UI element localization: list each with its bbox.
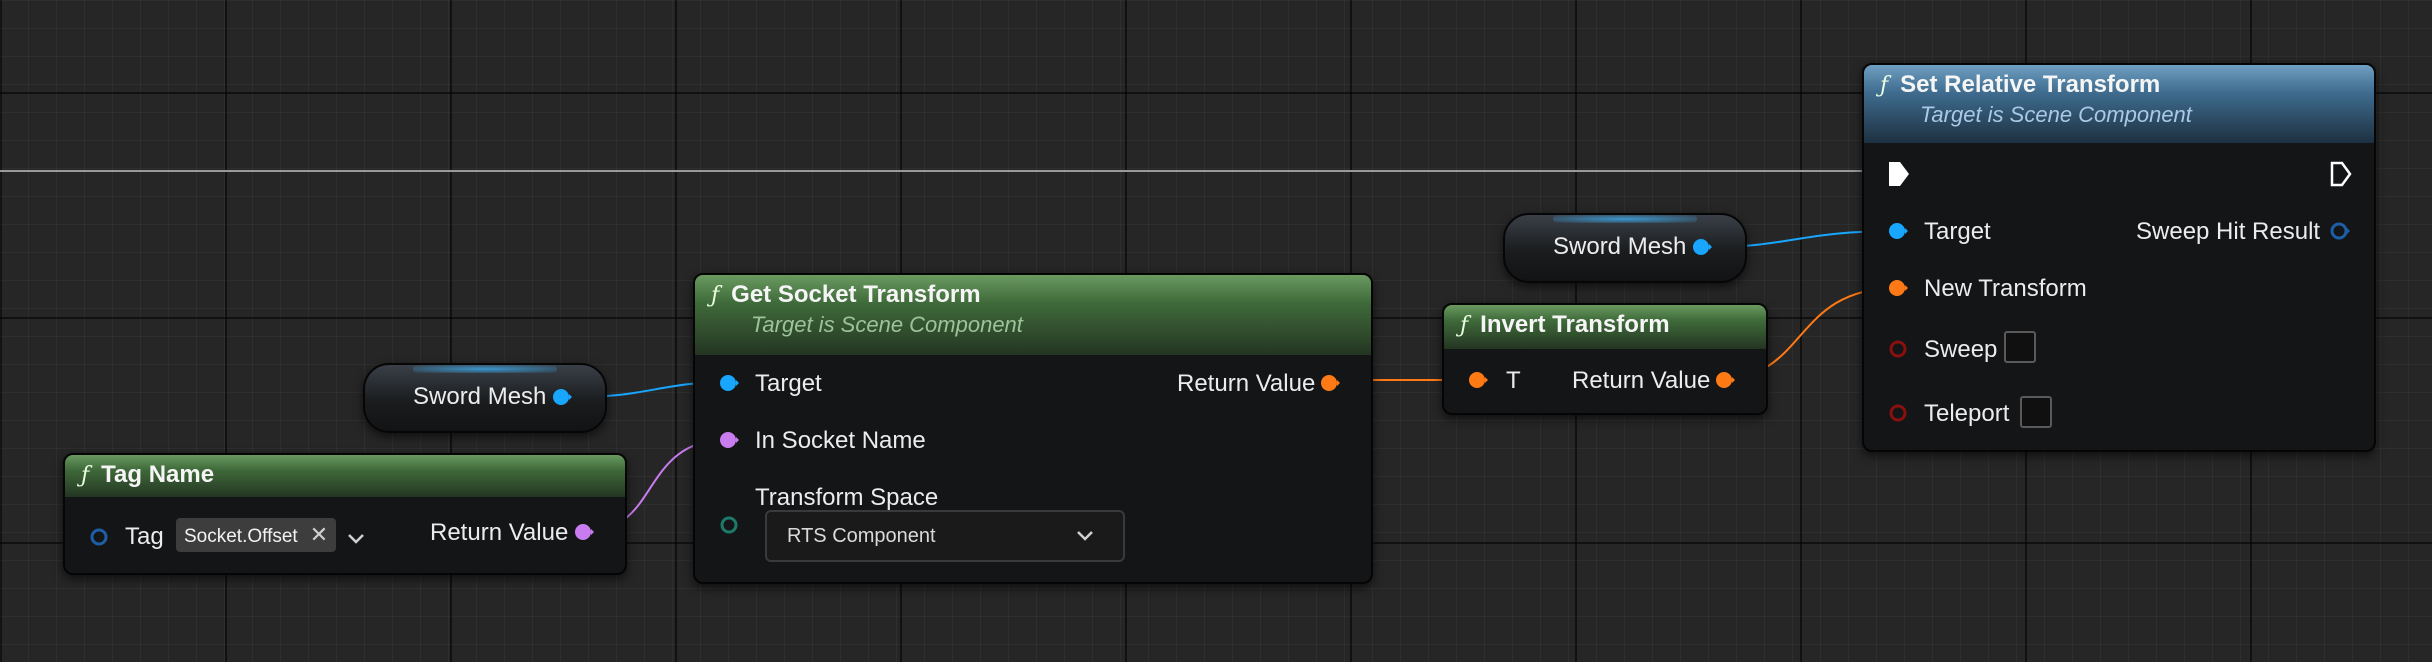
sword-mesh-label: Sword Mesh [1553, 233, 1687, 260]
return-value-label: Return Value [430, 519, 569, 546]
clear-tag-icon[interactable]: ✕ [310, 522, 328, 547]
tag-label: Tag [125, 523, 164, 550]
set-relative-transform-node[interactable]: ƒ Set Relative Transform Target is Scene … [1862, 63, 2376, 452]
exec-in-pin[interactable] [1888, 161, 1910, 187]
chevron-down-icon [1077, 531, 1093, 541]
t-label: T [1506, 367, 1521, 394]
blueprint-graph-canvas[interactable]: Sword Mesh ƒ Tag Name Tag Socket.Offset ✕ … [0, 0, 2432, 662]
tag-name-header: ƒ Tag Name [65, 455, 625, 497]
object-input-pin[interactable] [1888, 221, 1908, 241]
target-label: Target [755, 370, 822, 397]
object-output-pin[interactable] [1692, 237, 1712, 257]
teleport-checkbox[interactable] [2020, 396, 2052, 428]
set-relative-transform-subtitle: Target is Scene Component [1920, 102, 2192, 127]
sweep-label: Sweep [1924, 336, 1998, 363]
in-socket-name-label: In Socket Name [755, 427, 926, 454]
bool-input-pin[interactable] [1888, 403, 1908, 423]
tag-value-chip[interactable]: Socket.Offset ✕ [176, 518, 337, 552]
return-value-label: Return Value [1572, 367, 1711, 394]
function-icon: ƒ [711, 283, 720, 308]
get-socket-transform-node[interactable]: ƒ Get Socket Transform Target is Scene Co… [693, 273, 1373, 584]
function-icon: ƒ [1880, 73, 1889, 98]
return-value-label: Return Value [1177, 370, 1316, 397]
teleport-label: Teleport [1924, 400, 2010, 427]
tag-name-title: Tag Name [101, 461, 215, 488]
bool-input-pin[interactable] [1888, 339, 1908, 359]
invert-transform-title: Invert Transform [1480, 311, 1670, 338]
name-output-pin[interactable] [574, 522, 594, 542]
get-socket-transform-header: ƒ Get Socket Transform Target is Scene Co… [695, 275, 1371, 355]
sweep-checkbox[interactable] [2004, 331, 2036, 363]
transform-space-dropdown[interactable]: RTS Component [765, 510, 1125, 562]
invert-transform-node[interactable]: ƒ Invert Transform T Return Value [1442, 303, 1768, 415]
transform-space-value: RTS Component [787, 525, 936, 547]
sword-mesh-variable-node[interactable]: Sword Mesh [363, 363, 607, 433]
set-relative-transform-header: ƒ Set Relative Transform Target is Scene … [1864, 65, 2374, 143]
sword-mesh-variable-node[interactable]: Sword Mesh [1503, 213, 1747, 283]
object-input-pin[interactable] [719, 373, 739, 393]
transform-output-pin[interactable] [1320, 373, 1340, 393]
exec-out-pin[interactable] [2330, 161, 2352, 187]
invert-transform-header: ƒ Invert Transform [1444, 305, 1766, 349]
sweep-hit-result-label: Sweep Hit Result [2136, 218, 2321, 245]
enum-input-pin[interactable] [719, 515, 739, 535]
name-input-pin[interactable] [719, 430, 739, 450]
function-icon: ƒ [81, 463, 90, 488]
function-icon: ƒ [1460, 313, 1469, 338]
get-socket-transform-subtitle: Target is Scene Component [751, 312, 1023, 337]
transform-output-pin[interactable] [1715, 370, 1735, 390]
tag-value: Socket.Offset [184, 526, 298, 547]
get-socket-transform-title: Get Socket Transform [731, 281, 981, 308]
struct-input-pin[interactable] [89, 527, 109, 547]
variable-glow [413, 365, 557, 373]
sword-mesh-label: Sword Mesh [413, 383, 547, 410]
transform-input-pin[interactable] [1888, 278, 1908, 298]
transform-space-label: Transform Space [755, 484, 939, 511]
struct-output-pin[interactable] [2330, 221, 2350, 241]
new-transform-label: New Transform [1924, 275, 2087, 302]
transform-input-pin[interactable] [1468, 370, 1488, 390]
target-label: Target [1924, 218, 1991, 245]
set-relative-transform-title: Set Relative Transform [1900, 71, 2161, 98]
tag-name-node[interactable]: ƒ Tag Name Tag Socket.Offset ✕ Return Valu… [63, 453, 627, 575]
chevron-down-icon[interactable] [346, 529, 366, 549]
object-output-pin[interactable] [552, 387, 572, 407]
variable-glow [1553, 215, 1697, 223]
